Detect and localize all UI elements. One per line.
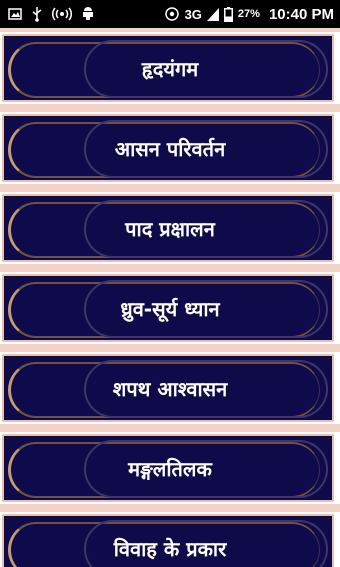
menu-card[interactable]: मङ्गलतिलक bbox=[2, 434, 334, 502]
signal-icon bbox=[206, 7, 219, 21]
network-type: 3G bbox=[184, 6, 202, 22]
battery-icon bbox=[223, 6, 233, 22]
menu-item[interactable]: मङ्गलतिलक bbox=[0, 432, 340, 504]
menu-card[interactable]: पाद प्रक्षालन bbox=[2, 194, 334, 262]
menu-item-label: आसन परिवर्तन bbox=[114, 136, 226, 161]
menu-item[interactable]: हृदयंगम bbox=[0, 32, 340, 104]
android-debug-icon bbox=[81, 7, 95, 21]
menu-item-label: पाद प्रक्षालन bbox=[125, 216, 215, 241]
menu-list: हृदयंगम आसन परिवर्तन पाद प्रक्षालन ध्रुव… bbox=[0, 28, 340, 567]
menu-item-label: विवाह के प्रकार bbox=[113, 536, 227, 561]
menu-item-label: शपथ आश्वासन bbox=[112, 376, 228, 401]
menu-card[interactable]: आसन परिवर्तन bbox=[2, 114, 334, 182]
menu-card[interactable]: विवाह के प्रकार bbox=[2, 514, 334, 567]
notification-icons bbox=[8, 6, 95, 22]
usb-icon bbox=[31, 6, 43, 22]
menu-item[interactable]: शपथ आश्वासन bbox=[0, 352, 340, 424]
hotspot-icon bbox=[52, 7, 72, 21]
menu-item[interactable]: आसन परिवर्तन bbox=[0, 112, 340, 184]
menu-card[interactable]: शपथ आश्वासन bbox=[2, 354, 334, 422]
menu-item[interactable]: ध्रुव-सूर्य ध्यान bbox=[0, 272, 340, 344]
system-indicators: 3G 27% 10:40 PM bbox=[164, 6, 334, 23]
menu-item[interactable]: विवाह के प्रकार bbox=[0, 512, 340, 567]
wifi-calling-icon bbox=[164, 7, 180, 21]
menu-card[interactable]: ध्रुव-सूर्य ध्यान bbox=[2, 274, 334, 342]
image-icon bbox=[8, 7, 22, 21]
status-bar: 3G 27% 10:40 PM bbox=[0, 0, 340, 28]
menu-item-label: हृदयंगम bbox=[141, 56, 199, 81]
menu-item[interactable]: पाद प्रक्षालन bbox=[0, 192, 340, 264]
menu-card[interactable]: हृदयंगम bbox=[2, 34, 334, 102]
battery-percent: 27% bbox=[237, 8, 260, 20]
clock: 10:40 PM bbox=[268, 5, 334, 23]
menu-item-label: ध्रुव-सूर्य ध्यान bbox=[120, 296, 220, 321]
menu-item-label: मङ्गलतिलक bbox=[128, 456, 212, 481]
